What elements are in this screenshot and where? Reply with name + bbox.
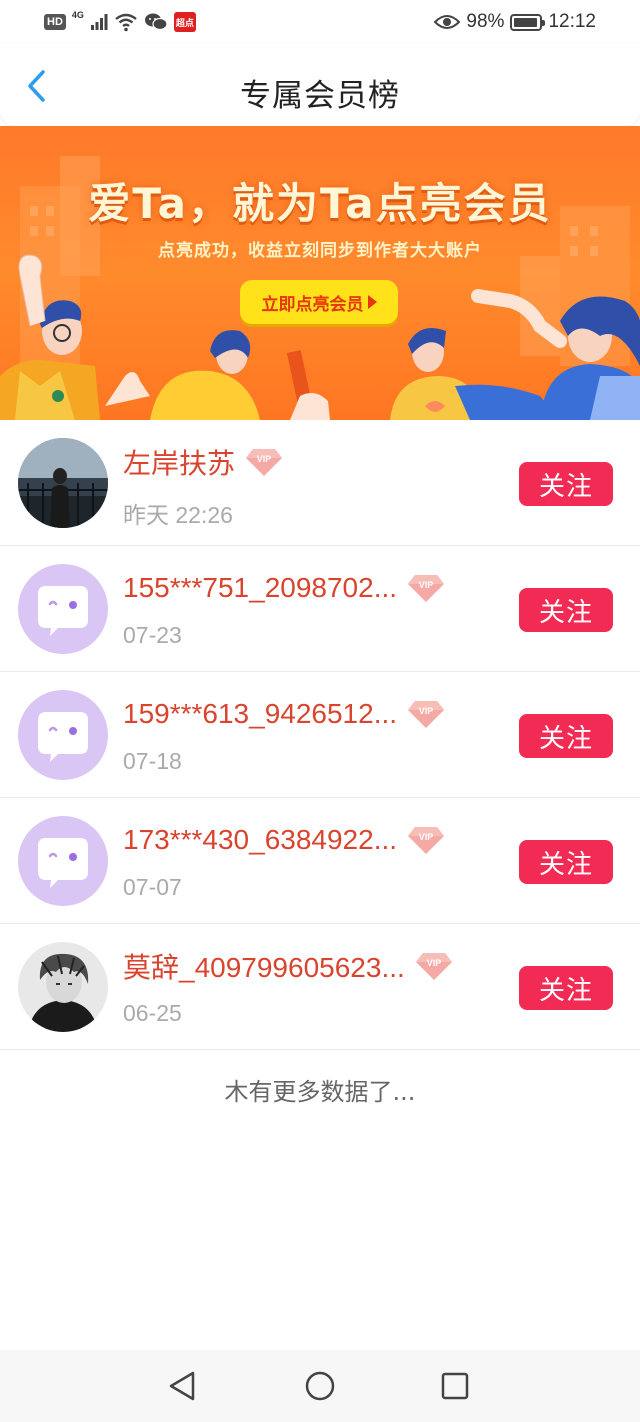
join-date: 07-07 xyxy=(123,874,182,900)
nav-recents-button[interactable] xyxy=(435,1366,475,1406)
banner-title: 爱Ta，就为Ta点亮会员 xyxy=(88,179,552,228)
vip-diamond-icon: VIP xyxy=(245,447,283,477)
circle-home-icon xyxy=(305,1371,335,1401)
vip-diamond-icon: VIP xyxy=(407,573,445,603)
nav-back-button[interactable] xyxy=(162,1366,202,1406)
follow-button[interactable]: 关注 xyxy=(519,840,613,884)
network-type: 4G xyxy=(71,10,84,20)
avatar-photo-night xyxy=(18,438,108,528)
name-line: 莫辞_409799605623... VIP xyxy=(123,946,453,986)
default-chat-avatar-icon xyxy=(38,586,88,636)
status-bar: HD 4G 超点 98% 12:12 xyxy=(0,0,640,44)
eye-comfort-icon xyxy=(434,15,461,29)
status-left: HD 4G 超点 xyxy=(44,10,196,34)
no-more-data-text: 木有更多数据了... xyxy=(224,1078,416,1106)
banner-subtitle: 点亮成功，收益立刻同步到作者大大账户 xyxy=(158,241,482,261)
name-line: 左岸扶苏 VIP xyxy=(123,442,283,482)
name-line: 159***613_9426512... VIP xyxy=(123,694,445,734)
svg-text:VIP: VIP xyxy=(419,580,434,590)
signal-icon xyxy=(90,14,108,30)
avatar-photo-sketch xyxy=(18,942,108,1032)
avatar[interactable] xyxy=(18,438,108,528)
wifi-icon xyxy=(115,13,137,32)
app-header: 专属会员榜 xyxy=(0,44,640,126)
join-date: 昨天 22:26 xyxy=(123,502,233,528)
member-row[interactable]: 173***430_6384922... VIP 07-07 关注 xyxy=(0,798,640,924)
name-line: 173***430_6384922... VIP xyxy=(123,820,445,860)
hd-indicator: HD xyxy=(44,14,66,30)
vip-diamond-icon: VIP xyxy=(407,699,445,729)
member-row[interactable]: 莫辞_409799605623... VIP 06-25 关注 xyxy=(0,924,640,1050)
clock: 12:12 xyxy=(548,11,596,32)
member-row[interactable]: 159***613_9426512... VIP 07-18 关注 xyxy=(0,672,640,798)
svg-text:VIP: VIP xyxy=(257,454,272,464)
battery-icon xyxy=(510,13,546,31)
status-right: 98% 12:12 xyxy=(434,10,596,34)
follow-button[interactable]: 关注 xyxy=(519,462,613,506)
join-date: 06-25 xyxy=(123,1000,182,1026)
member-name[interactable]: 左岸扶苏 xyxy=(123,442,235,482)
avatar[interactable] xyxy=(18,816,108,906)
cta-label: 立即点亮会员 xyxy=(261,294,364,315)
app-notification-icon: 超点 xyxy=(173,12,196,32)
avatar[interactable] xyxy=(18,564,108,654)
join-date: 07-18 xyxy=(123,748,182,774)
follow-button[interactable]: 关注 xyxy=(519,966,613,1010)
vip-diamond-icon: VIP xyxy=(407,825,445,855)
svg-text:VIP: VIP xyxy=(427,958,442,968)
wechat-icon xyxy=(144,13,168,31)
join-date: 07-23 xyxy=(123,622,182,648)
member-name[interactable]: 155***751_2098702... xyxy=(123,572,397,604)
svg-text:VIP: VIP xyxy=(419,832,434,842)
member-row[interactable]: 左岸扶苏 VIP 昨天 22:26 关注 xyxy=(0,420,640,546)
promo-banner[interactable]: 爱Ta，就为Ta点亮会员 点亮成功，收益立刻同步到作者大大账户 立即点亮会员 xyxy=(0,126,640,420)
avatar[interactable] xyxy=(18,942,108,1032)
system-nav-bar xyxy=(0,1350,640,1422)
page-title: 专属会员榜 xyxy=(240,78,400,114)
default-chat-avatar-icon xyxy=(38,712,88,762)
triangle-back-icon xyxy=(169,1371,195,1401)
play-arrow-icon xyxy=(367,295,377,309)
battery-percent: 98% xyxy=(466,11,505,32)
default-chat-avatar-icon xyxy=(38,838,88,888)
member-list: 左岸扶苏 VIP 昨天 22:26 关注 155***751_2098702..… xyxy=(0,420,640,1050)
name-line: 155***751_2098702... VIP xyxy=(123,568,445,608)
svg-text:VIP: VIP xyxy=(419,706,434,716)
follow-button[interactable]: 关注 xyxy=(519,714,613,758)
follow-button[interactable]: 关注 xyxy=(519,588,613,632)
member-name[interactable]: 莫辞_409799605623... xyxy=(123,946,405,986)
square-recents-icon xyxy=(441,1372,469,1400)
vip-diamond-icon: VIP xyxy=(415,951,453,981)
avatar[interactable] xyxy=(18,690,108,780)
member-name[interactable]: 159***613_9426512... xyxy=(123,698,397,730)
nav-home-button[interactable] xyxy=(300,1366,340,1406)
member-row[interactable]: 155***751_2098702... VIP 07-23 关注 xyxy=(0,546,640,672)
light-up-membership-button[interactable]: 立即点亮会员 xyxy=(240,280,398,324)
member-name[interactable]: 173***430_6384922... xyxy=(123,824,397,856)
